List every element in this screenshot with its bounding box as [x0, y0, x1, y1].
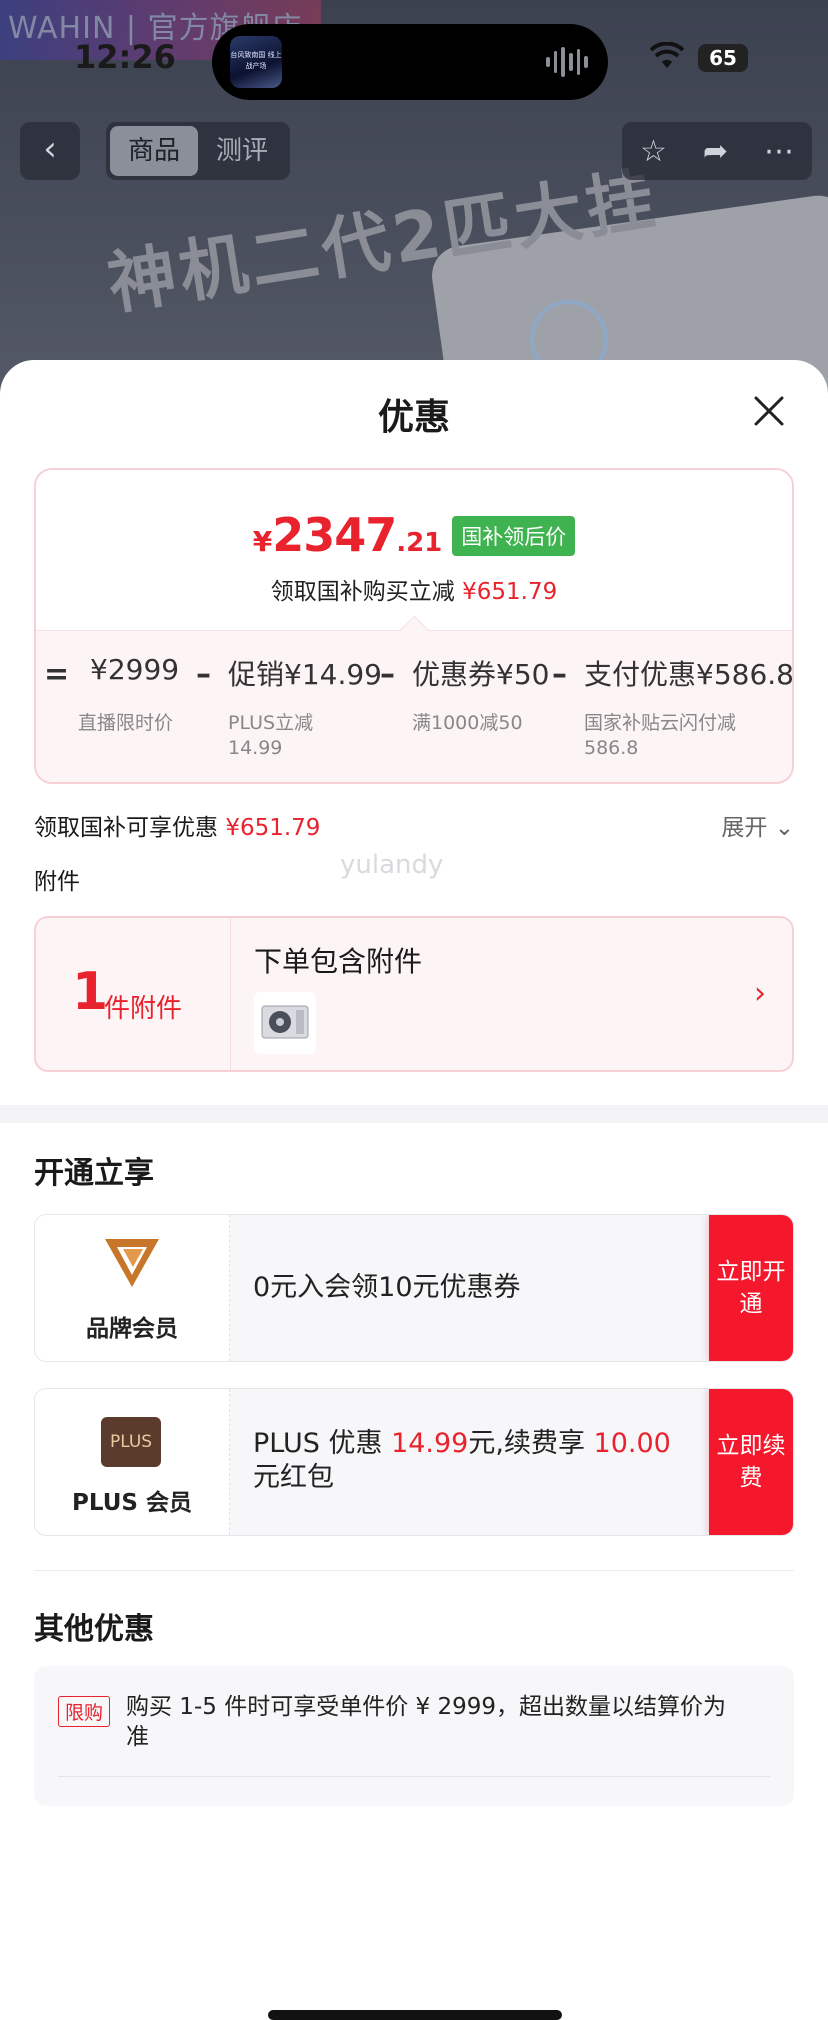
accessory-count: 1	[72, 962, 109, 1022]
tab-product[interactable]: 商品	[110, 126, 198, 176]
expand-label: 展开	[721, 815, 768, 841]
live-price-value: ¥2999	[90, 653, 180, 686]
watermark-text: yulandy	[340, 850, 444, 880]
outdoor-unit-thumbnail	[254, 992, 316, 1054]
tab-review[interactable]: 测评	[198, 126, 286, 176]
subsidy-coupon-label: 领取国补可享优惠	[34, 815, 218, 841]
accessory-section-label: 附件	[34, 869, 80, 895]
live-price-note: 直播限时价	[78, 712, 174, 734]
plus-member-offer: PLUS 优惠 14.99元,续费享 10.00 元红包	[253, 1427, 693, 1495]
join-now-button[interactable]: 立即开通	[709, 1215, 793, 1361]
renew-now-button[interactable]: 立即续费	[709, 1389, 793, 1535]
chevron-right-icon: ›	[754, 976, 766, 1011]
limit-text: 购买 1-5 件时可享受单件价 ¥ 2999，超出数量以结算价为准	[126, 1694, 726, 1750]
audio-wave-icon	[546, 44, 589, 80]
purchase-limit-box: 限购 购买 1-5 件时可享受单件价 ¥ 2999，超出数量以结算价为准	[34, 1666, 794, 1806]
now-playing-artwork: 台风致南国 线上战产场	[230, 36, 282, 88]
brand-member-card: 品牌会员 0元入会领10元优惠券 立即开通	[34, 1214, 794, 1362]
close-icon[interactable]	[752, 394, 786, 428]
promo-value: 促销¥14.99	[228, 658, 382, 691]
promo-note: PLUS立减 14.99	[228, 712, 314, 759]
plus-member-block: PLUS PLUS 会员	[35, 1389, 230, 1535]
plus-member-card: PLUS PLUS 会员 PLUS 优惠 14.99元,续费享 10.00 元红…	[34, 1388, 794, 1536]
final-price: ¥2347.21	[253, 508, 443, 562]
accessory-unit: 件附件	[104, 994, 183, 1024]
subsidy-reduction-label: 领取国补购买立减	[270, 579, 455, 605]
star-icon[interactable]: ☆	[640, 134, 667, 169]
price-breakdown-card: ¥2347.21 国补领后价 领取国补购买立减 ¥651.79 = ¥2999 …	[34, 468, 794, 784]
product-page-backdrop: 神机二代2匹大挂 WAHIN | 官方旗舰店 12:26 台风致南国 线上战产场…	[0, 0, 828, 400]
accessory-count-block: 1 件附件	[36, 918, 231, 1070]
divider	[34, 1570, 794, 1571]
wifi-icon	[650, 42, 684, 68]
price-integer: 2347	[272, 508, 397, 562]
accessory-card[interactable]: 1 件附件 下单包含附件 ›	[34, 916, 794, 1072]
battery-indicator: 65	[698, 44, 748, 72]
sheet-title: 优惠	[377, 397, 450, 438]
currency-symbol: ¥	[252, 525, 273, 558]
dynamic-island: 台风致南国 线上战产场	[212, 24, 608, 100]
discount-sheet: 优惠 ¥2347.21 国补领后价 领取国补购买立减 ¥651.79 = ¥29…	[0, 360, 828, 2020]
plus-renew-amount: 10.00	[593, 1428, 671, 1459]
limit-badge: 限购	[58, 1696, 111, 1727]
final-price-area: ¥2347.21 国补领后价 领取国补购买立减 ¥651.79	[36, 470, 792, 630]
minus-operator: –	[552, 657, 567, 692]
other-discounts-title: 其他优惠	[34, 1612, 154, 1647]
payment-discount-value: 支付优惠¥586.8	[584, 658, 794, 691]
equals-operator: =	[44, 657, 70, 692]
share-icon[interactable]: ➦	[703, 134, 728, 169]
status-time: 12:26	[74, 38, 176, 76]
section-separator	[0, 1105, 828, 1123]
minus-operator: –	[380, 657, 395, 692]
more-icon[interactable]: ⋯	[764, 134, 794, 169]
outdoor-unit-icon	[261, 1005, 309, 1039]
top-actions: ☆ ➦ ⋯	[622, 122, 812, 180]
plus-redpacket-text: 元红包	[253, 1462, 334, 1493]
home-indicator[interactable]	[268, 2010, 562, 2020]
brand-logo-icon	[105, 1239, 159, 1287]
coupon-value: 优惠券¥50	[412, 658, 550, 691]
minus-operator: –	[196, 657, 211, 692]
product-tabs: 商品 测评	[106, 122, 290, 180]
plus-offer-text: PLUS 优惠	[253, 1428, 383, 1459]
plus-member-name: PLUS 会员	[72, 1490, 192, 1516]
subsidy-reduction-amount: ¥651.79	[462, 579, 558, 605]
brand-member-name: 品牌会员	[86, 1316, 178, 1342]
brand-member-block: 品牌会员	[35, 1215, 230, 1361]
price-decimal: .21	[396, 528, 443, 558]
brand-member-offer: 0元入会领10元优惠券	[253, 1272, 521, 1303]
chevron-left-icon: ‹	[43, 129, 57, 169]
plus-renew-text: 元,续费享	[468, 1428, 585, 1459]
payment-discount-note: 国家补贴云闪付减 586.8	[584, 712, 737, 759]
accessory-title: 下单包含附件	[254, 945, 423, 978]
plus-logo-icon: PLUS	[101, 1417, 161, 1467]
chevron-down-icon: ⌄	[774, 815, 794, 841]
subsidy-coupon-amount: ¥651.79	[225, 815, 321, 841]
subsidy-price-badge: 国补领后价	[452, 516, 576, 556]
coupon-note: 满1000减50	[412, 712, 523, 734]
subsidy-coupon-row: 领取国补可享优惠 ¥651.79 展开 ⌄	[34, 808, 794, 842]
divider	[58, 1776, 770, 1777]
plus-offer-amount: 14.99	[391, 1428, 469, 1459]
price-formula: = ¥2999 直播限时价 – 促销¥14.99 PLUS立减 14.99 – …	[36, 630, 794, 782]
membership-section-title: 开通立享	[34, 1156, 154, 1191]
back-button[interactable]: ‹	[20, 122, 80, 180]
expand-button[interactable]: 展开 ⌄	[721, 808, 794, 842]
subsidy-reduction-text: 领取国补购买立减 ¥651.79	[36, 572, 792, 606]
